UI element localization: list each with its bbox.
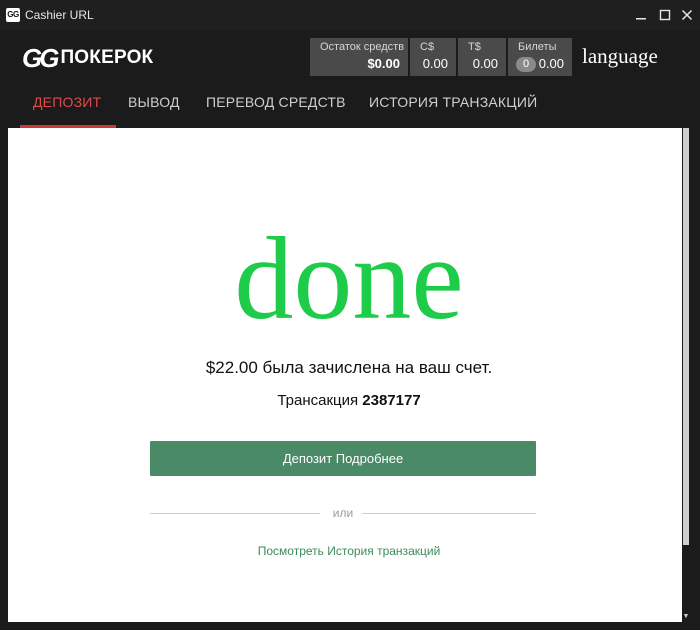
credited-message: $22.00 была зачислена на ваш счет.	[205, 358, 493, 377]
balance-tickets: Билеты 0 0.00	[508, 38, 572, 76]
tickets-count-badge: 0	[516, 57, 536, 72]
balance-tdollar: T$ 0.00	[458, 38, 506, 76]
scrollbar-thumb[interactable]	[683, 128, 689, 545]
cashier-tabs: ДЕПОЗИТ ВЫВОД ПЕРЕВОД СРЕДСТВ ИСТОРИЯ ТР…	[8, 90, 692, 128]
status-done-text: done	[234, 213, 464, 344]
balance-cdollar: C$ 0.00	[410, 38, 456, 76]
tab-deposit-label: ДЕПОЗИТ	[33, 94, 102, 110]
vertical-scrollbar[interactable]: ▼	[682, 128, 690, 622]
balance-tdollar-label: T$	[468, 41, 481, 53]
tab-deposit[interactable]: ДЕПОЗИТ	[33, 90, 101, 128]
balance-tickets-value: 0.00	[538, 56, 564, 71]
tab-withdraw-label: ВЫВОД	[128, 94, 180, 110]
tab-history-label: ИСТОРИЯ ТРАНЗАКЦИЙ	[369, 94, 538, 110]
balance-cdollar-value: 0.00	[422, 56, 448, 71]
language-selector[interactable]: language	[582, 44, 658, 69]
app-icon: GG	[6, 8, 20, 22]
logo-mark: GG	[22, 42, 59, 73]
balance-cdollar-label: C$	[420, 41, 435, 53]
minimize-button[interactable]	[630, 4, 652, 26]
tab-withdraw[interactable]: ВЫВОД	[128, 90, 180, 128]
balance-tdollar-value: 0.00	[472, 56, 498, 71]
window-title: Cashier URL	[25, 8, 94, 22]
balance-cash-value: $0.00	[367, 56, 400, 71]
transaction-line: Трансакция 2387177	[8, 392, 690, 409]
window-bottom-border	[0, 622, 700, 630]
close-icon	[681, 9, 693, 21]
divider-line-right	[362, 513, 536, 514]
ggpokerok-logo: GG ПОКЕРОК	[22, 42, 154, 73]
maximize-button[interactable]	[654, 4, 676, 26]
transaction-id: 2387177	[362, 392, 421, 409]
scroll-down-arrow-icon[interactable]: ▼	[682, 612, 690, 622]
deposit-details-button[interactable]: Депозит Подробнее	[150, 441, 536, 476]
balance-cash: Остаток средств $0.00	[310, 38, 408, 76]
deposit-result-panel: done $22.00 была зачислена на ваш счет. …	[8, 128, 690, 622]
balance-tickets-label: Билеты	[518, 41, 557, 53]
view-transaction-history-link[interactable]: Посмотреть История транзакций	[8, 544, 690, 558]
tab-transfer-label: ПЕРЕВОД СРЕДСТВ	[206, 94, 346, 110]
close-button[interactable]	[676, 4, 698, 26]
minimize-icon	[636, 18, 646, 20]
logo-text: ПОКЕРОК	[60, 47, 154, 68]
or-divider: или	[150, 506, 536, 522]
balance-cash-label: Остаток средств	[320, 41, 405, 53]
tab-history[interactable]: ИСТОРИЯ ТРАНЗАКЦИЙ	[369, 90, 537, 128]
transaction-label: Трансакция	[277, 392, 359, 409]
window-titlebar: GG Cashier URL	[0, 0, 700, 30]
maximize-icon	[659, 9, 671, 21]
tab-transfer[interactable]: ПЕРЕВОД СРЕДСТВ	[206, 90, 346, 128]
